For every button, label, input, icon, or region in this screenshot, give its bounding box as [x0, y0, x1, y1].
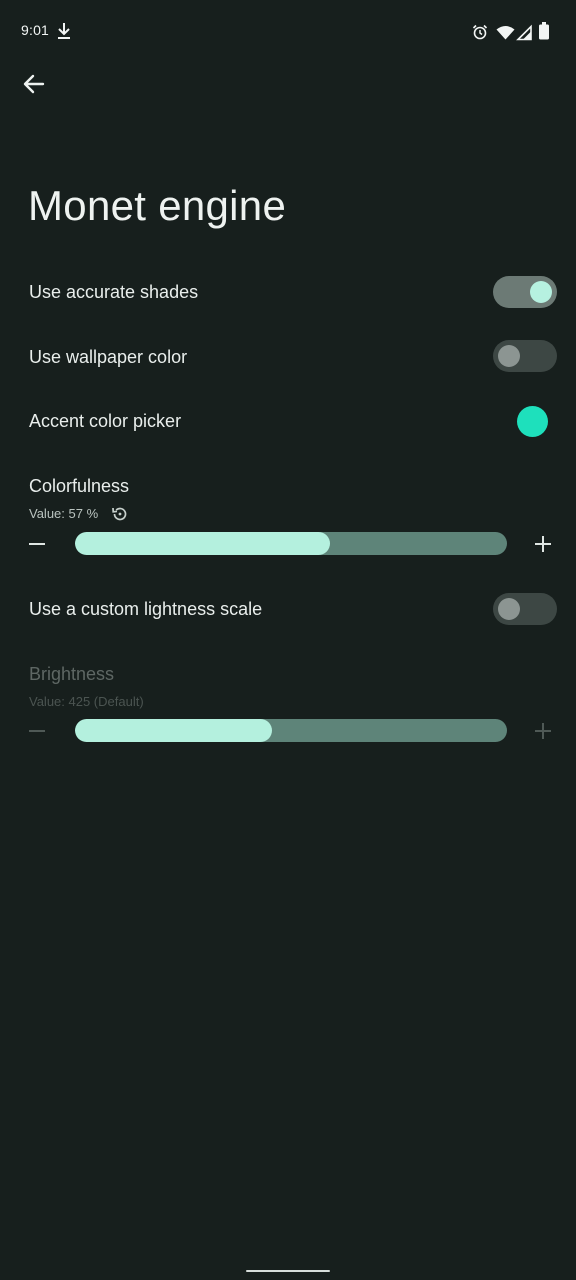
brightness-value: Value: 425 (Default) — [29, 694, 144, 709]
toggle-thumb — [498, 345, 520, 367]
toggle-thumb — [530, 281, 552, 303]
accurate-shades-label: Use accurate shades — [29, 282, 199, 302]
plus-icon — [535, 536, 551, 552]
page-title: Monet engine — [28, 182, 287, 229]
colorfulness-slider[interactable] — [75, 532, 507, 555]
brightness-decrease-button[interactable] — [21, 715, 53, 747]
colorfulness-decrease-button[interactable] — [21, 528, 53, 560]
accurate-shades-toggle[interactable] — [493, 276, 557, 308]
wifi-icon — [496, 26, 515, 40]
signal-icon — [516, 24, 532, 41]
accent-color-label: Accent color picker — [29, 411, 182, 431]
wallpaper-color-toggle[interactable] — [493, 340, 557, 372]
custom-lightness-toggle[interactable] — [493, 593, 557, 625]
brightness-label: Brightness — [29, 664, 115, 684]
colorfulness-label: Colorfulness — [29, 476, 130, 496]
slider-fill — [75, 532, 330, 555]
wallpaper-color-label: Use wallpaper color — [29, 347, 188, 367]
accent-color-swatch[interactable] — [517, 406, 548, 437]
arrow-left-icon — [23, 74, 45, 94]
colorfulness-value: Value: 57 % — [29, 506, 99, 521]
brightness-increase-button[interactable] — [527, 715, 559, 747]
back-button[interactable] — [14, 64, 54, 104]
status-time: 9:01 — [21, 22, 50, 38]
custom-lightness-label: Use a custom lightness scale — [29, 599, 263, 619]
brightness-slider[interactable] — [75, 719, 507, 742]
alarm-icon — [472, 24, 488, 40]
navigation-handle[interactable] — [246, 1270, 330, 1272]
colorfulness-increase-button[interactable] — [527, 528, 559, 560]
minus-icon — [29, 543, 45, 545]
toggle-thumb — [498, 598, 520, 620]
plus-icon — [535, 723, 551, 739]
slider-fill — [75, 719, 272, 742]
download-icon — [58, 23, 70, 39]
minus-icon — [29, 730, 45, 732]
reset-icon[interactable] — [111, 505, 129, 523]
battery-icon — [539, 22, 549, 40]
